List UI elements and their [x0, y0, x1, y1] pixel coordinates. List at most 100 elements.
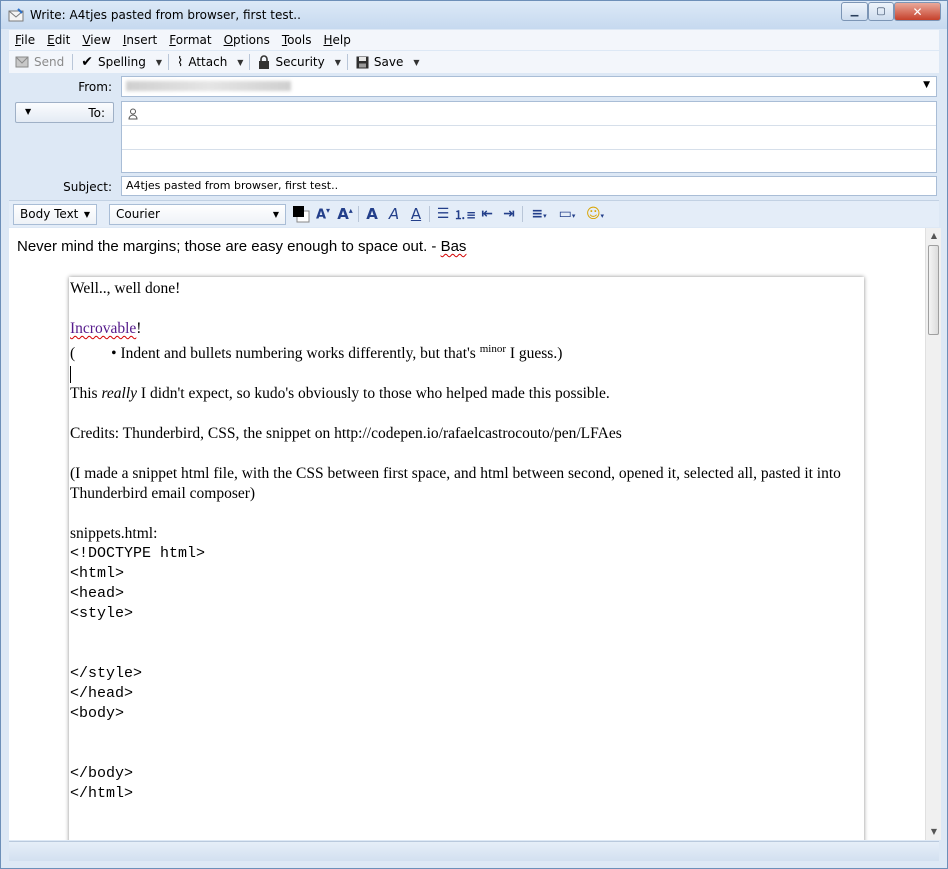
- align-icon: ≡▾: [531, 206, 547, 222]
- really-text: really: [101, 385, 138, 403]
- larger-font-button[interactable]: A▴: [334, 204, 356, 225]
- from-label: From:: [78, 80, 112, 94]
- compose-window: Write: A4tjes pasted from browser, first…: [0, 0, 948, 869]
- menu-tools[interactable]: Tools: [276, 33, 318, 47]
- lock-icon: [259, 55, 270, 69]
- image-icon: ▭▾: [558, 206, 576, 222]
- spelling-button[interactable]: ✔ Spelling: [75, 51, 152, 73]
- code-line: <html>: [70, 565, 125, 583]
- scroll-up-icon[interactable]: ▲: [926, 228, 942, 244]
- cursor-line: [70, 364, 863, 384]
- code-line: </style>: [70, 665, 143, 683]
- send-label: Send: [34, 55, 65, 69]
- toolbar-separator: [522, 206, 523, 222]
- vertical-scrollbar[interactable]: ▲ ▼: [925, 228, 941, 840]
- code-line: <body>: [70, 705, 125, 723]
- from-address-blurred: [126, 81, 291, 91]
- pasted-a4-page: Well.., well done! Incrovable! (• Indent…: [69, 277, 864, 840]
- menu-insert[interactable]: Insert: [117, 33, 163, 47]
- paren-open-text: (: [70, 345, 76, 363]
- snippets-label: snippets.html:: [70, 525, 158, 543]
- font-larger-icon: A▴: [337, 205, 353, 223]
- recipient-type-button[interactable]: ▼ To:: [15, 102, 114, 123]
- underline-button[interactable]: A: [405, 204, 427, 225]
- format-toolbar: Body Text ▼ Courier ▼ A▾ A▴ A A A ☰ ⒈≡ ⇤…: [9, 200, 939, 227]
- code-line: </html>: [70, 785, 134, 803]
- paragraph-style-select[interactable]: Body Text ▼: [13, 203, 97, 225]
- italic-button[interactable]: A: [383, 204, 405, 225]
- menu-format[interactable]: Format: [163, 33, 217, 47]
- exclamation-text: !: [136, 320, 142, 337]
- attach-label: Attach: [188, 55, 228, 69]
- menu-view[interactable]: View: [76, 33, 116, 47]
- floppy-disk-icon: [356, 56, 369, 68]
- subject-input[interactable]: A4tjes pasted from browser, first test..: [121, 176, 937, 196]
- smaller-font-button[interactable]: A▾: [312, 204, 334, 225]
- chevron-down-icon: ▼: [272, 209, 279, 219]
- intro-text: Never mind the margins; those are easy e…: [17, 238, 441, 255]
- maximize-icon: ▢: [876, 6, 886, 17]
- toolbar-separator: [358, 206, 359, 222]
- spelling-label: Spelling: [97, 55, 146, 69]
- indent-icon: ⇥: [503, 206, 515, 222]
- bullet-list-button[interactable]: ☰: [432, 204, 454, 225]
- paren-close-text: I guess.): [505, 345, 563, 363]
- save-button[interactable]: Save: [350, 51, 409, 73]
- recipient-row[interactable]: [122, 102, 936, 126]
- numbered-list-icon: ⒈≡: [453, 207, 477, 222]
- bullet-list-icon: ☰: [436, 206, 450, 222]
- close-button[interactable]: ✕: [894, 2, 941, 21]
- code-line: [70, 644, 863, 664]
- scroll-down-icon[interactable]: ▼: [926, 824, 942, 840]
- minimize-button[interactable]: ▁: [841, 2, 868, 21]
- recipient-list[interactable]: [121, 101, 937, 173]
- security-button[interactable]: Security: [252, 51, 330, 73]
- text-cursor: [70, 366, 71, 384]
- credits-line: Credits: Thunderbird, CSS, the snippet o…: [70, 425, 622, 443]
- menu-edit[interactable]: Edit: [41, 33, 76, 47]
- send-button[interactable]: Send: [9, 51, 70, 73]
- misspelled-word: Incrovable: [70, 320, 137, 337]
- outdent-button[interactable]: ⇤: [476, 204, 498, 225]
- recipient-row[interactable]: [122, 126, 936, 150]
- menu-options[interactable]: Options: [218, 33, 276, 47]
- underline-icon: A: [410, 205, 422, 223]
- subject-value: A4tjes pasted from browser, first test..: [126, 179, 339, 192]
- title-bar: Write: A4tjes pasted from browser, first…: [1, 1, 947, 29]
- message-body-editor[interactable]: Never mind the margins; those are easy e…: [9, 228, 925, 840]
- minimize-icon: ▁: [850, 6, 859, 17]
- scrollbar-thumb[interactable]: [928, 245, 939, 335]
- subject-label: Subject:: [63, 180, 112, 194]
- security-dropdown[interactable]: ▼: [331, 58, 345, 67]
- code-line: [70, 744, 863, 764]
- numbered-list-button[interactable]: ⒈≡: [454, 204, 476, 225]
- indent-button[interactable]: ⇥: [498, 204, 520, 225]
- recipient-row[interactable]: [122, 150, 936, 174]
- attach-dropdown[interactable]: ▼: [233, 58, 247, 67]
- spelling-dropdown[interactable]: ▼: [152, 58, 166, 67]
- menu-help[interactable]: Help: [317, 33, 356, 47]
- align-button[interactable]: ≡▾: [525, 204, 553, 225]
- from-dropdown-arrow-icon: ▼: [923, 80, 930, 90]
- text-color-button[interactable]: [290, 204, 312, 225]
- code-line: [70, 624, 863, 644]
- security-label: Security: [275, 55, 325, 69]
- explanation-line: (I made a snippet html file, with the CS…: [70, 465, 841, 503]
- menu-file[interactable]: File: [9, 33, 41, 47]
- font-select[interactable]: Courier ▼: [109, 203, 286, 225]
- from-select[interactable]: ▼: [121, 76, 937, 97]
- bold-button[interactable]: A: [361, 204, 383, 225]
- save-dropdown[interactable]: ▼: [409, 58, 423, 67]
- smiley-button[interactable]: ☺▾: [581, 204, 609, 225]
- window-title: Write: A4tjes pasted from browser, first…: [30, 8, 301, 22]
- code-line: </body>: [70, 765, 134, 783]
- message-headers: From: ▼ ▼ To: Subject: A4tjes pasted fro…: [9, 74, 939, 198]
- insert-button[interactable]: ▭▾: [553, 204, 581, 225]
- code-line: <head>: [70, 585, 125, 603]
- maximize-button[interactable]: ▢: [868, 2, 894, 21]
- close-icon: ✕: [912, 4, 923, 19]
- attach-button[interactable]: ⌇ Attach: [171, 51, 233, 73]
